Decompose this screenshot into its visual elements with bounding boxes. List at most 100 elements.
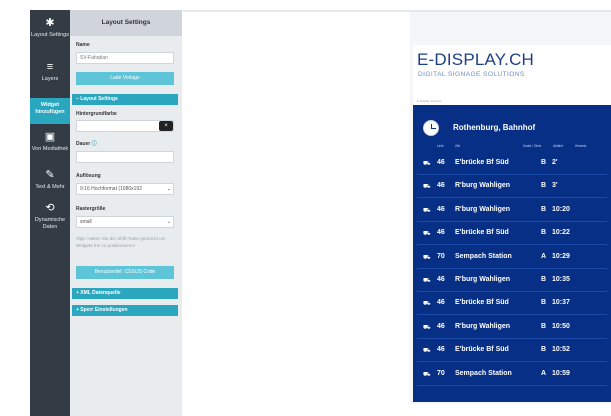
sidebar-item-dynamic-data[interactable]: ⟲ Dynamische Daten [30, 203, 70, 239]
departure-row: ⛟ 46 R'burg Wahligen B 10:20 [413, 200, 611, 222]
platform: B [541, 346, 547, 354]
duration-label: Dauer ⓘ [76, 141, 97, 147]
sidebar-item-label: Dynamische Daten [34, 217, 66, 230]
destination: R'burg Wahligen [455, 322, 511, 330]
destination: E'brücke Bf Süd [455, 159, 509, 166]
departure-time: 10:20 [552, 205, 570, 213]
departure-time: 10:22 [552, 229, 570, 237]
editor-root: ✱ Layout Settings ≡ Layers Widget hinzuf… [0, 0, 611, 416]
platform: B [541, 299, 547, 307]
platform: B [541, 322, 547, 330]
destination: E'brücke Bf Süd [455, 229, 509, 237]
info-icon: ⓘ [91, 141, 97, 147]
platform: B [541, 276, 547, 283]
settings-panel: Layout Settings Name SV-Fahrplan Lade Vo… [70, 10, 182, 416]
resolution-label: Auflösung [76, 173, 101, 179]
display-preview[interactable]: E-DISPLAY.CH DIGITAL SIGNAGE SOLUTIONS E… [413, 45, 611, 402]
bus-icon: ⛟ [423, 301, 431, 308]
departure-time: 10:37 [552, 299, 570, 307]
departure-time: 10:35 [552, 276, 570, 283]
platform: A [541, 369, 547, 377]
departure-row: ⛟ 46 R'burg Wahligen B 10:35 [413, 270, 611, 292]
row-divider [417, 220, 607, 222]
load-template-button[interactable]: Lade Vorlage [76, 72, 174, 85]
departure-time: 2' [552, 159, 558, 166]
bg-color-label: Hintergrundfarbe [76, 111, 117, 117]
sidebar-item-text[interactable]: ✎ Text & Mehr [30, 170, 70, 196]
departure-row: ⛟ 46 R'burg Wahligen B 10:50 [413, 317, 611, 339]
line-number: 46 [437, 205, 445, 213]
sidebar: ✱ Layout Settings ≡ Layers Widget hinzuf… [30, 10, 70, 416]
bus-icon: ⛟ [423, 161, 431, 167]
custom-css-button[interactable]: Benutzerdef. CSS/JS Code [76, 266, 174, 279]
row-divider [417, 197, 607, 199]
resolution-select[interactable]: 9:16 Hochformat (1080x192 ⌄ [76, 183, 174, 195]
sidebar-item-media-library[interactable]: ▣ Von Mediathek [30, 132, 70, 158]
chevron-down-icon: ⌄ [166, 186, 171, 192]
clock-icon [423, 120, 439, 136]
line-number: 70 [437, 369, 445, 377]
departure-time: 3' [552, 182, 558, 190]
row-divider [417, 337, 607, 339]
clear-icon[interactable]: × [159, 121, 173, 131]
lock-settings-section[interactable]: + Sperr Einstellungen [72, 305, 178, 316]
bus-icon: ⛟ [423, 278, 431, 284]
chevron-down-icon: ⌄ [166, 219, 171, 225]
grid-size-select[interactable]: small ⌄ [76, 216, 174, 228]
col-header-line: Linie [437, 144, 444, 148]
bus-icon: ⛟ [423, 231, 431, 238]
name-label: Name [76, 42, 90, 48]
row-divider [417, 267, 607, 269]
sidebar-item-label: Text & Mehr [35, 184, 65, 190]
layout-settings-section[interactable]: − Layout Settings [72, 94, 178, 105]
line-number: 46 [437, 299, 445, 307]
line-number: 46 [437, 159, 445, 166]
line-number: 46 [437, 182, 445, 190]
departure-board[interactable]: Rothenburg, Bahnhof Linie Ziel Kante / G… [413, 105, 611, 402]
platform: B [541, 229, 547, 237]
platform: B [541, 205, 547, 213]
line-number: 46 [437, 276, 445, 283]
row-divider [417, 244, 607, 246]
line-number: 70 [437, 252, 445, 260]
sidebar-item-label: Von Mediathek [31, 146, 69, 152]
sidebar-item-label: Layers [41, 76, 59, 82]
line-number: 46 [437, 322, 445, 330]
destination: Sempach Station [455, 252, 512, 260]
name-field[interactable]: SV-Fahrplan [76, 52, 174, 64]
destination: R'burg Wahligen [455, 276, 511, 283]
sidebar-item-label: Widget hinzufügen [35, 102, 65, 115]
puzzle-icon: ✱ [45, 17, 55, 29]
platform: B [541, 159, 547, 166]
departure-time: 10:59 [552, 369, 570, 377]
departure-row: ⛟ 46 E'brücke Bf Süd B 2' [413, 153, 611, 175]
bus-icon: ⛟ [423, 348, 431, 355]
layers-icon: ≡ [46, 61, 54, 73]
row-divider [417, 314, 607, 316]
line-number: 46 [437, 229, 445, 237]
xml-datasource-section[interactable]: + XML Datenquelle [72, 288, 178, 299]
destination: R'burg Wahligen [455, 182, 511, 190]
panel-title: Layout Settings [70, 10, 182, 36]
bus-icon: ⛟ [423, 254, 431, 261]
departure-row: ⛟ 46 R'burg Wahligen B 3' [413, 176, 611, 199]
destination: E'brücke Bf Süd [455, 346, 509, 354]
departure-row: ⛟ 70 Sempach Station A 10:59 [413, 364, 611, 386]
row-divider [417, 361, 607, 363]
sidebar-item-layout-settings[interactable]: ✱ Layout Settings [30, 18, 70, 56]
row-divider [417, 384, 607, 386]
line-number: 46 [437, 346, 445, 354]
resolution-value: 9:16 Hochformat (1080x192 [80, 186, 142, 192]
departure-time: 10:29 [552, 252, 570, 260]
grid-size-value: small [80, 219, 92, 225]
bg-color-field[interactable]: × [76, 120, 174, 132]
sidebar-item-layers[interactable]: ≡ Layers [30, 62, 70, 88]
bus-icon: ⛟ [423, 371, 431, 378]
departure-row: ⛟ 46 E'brücke Bf Süd B 10:22 [413, 223, 611, 246]
col-header-kante: Kante / Gleis [523, 144, 542, 148]
departure-row: ⛟ 46 E'brücke Bf Süd B 10:52 [413, 340, 611, 363]
brand-logo: E-DISPLAY.CH [417, 50, 535, 69]
duration-field[interactable] [76, 151, 174, 163]
sidebar-item-add-widget[interactable]: Widget hinzufügen [30, 98, 70, 124]
sidebar-item-label: Layout Settings [31, 32, 69, 38]
